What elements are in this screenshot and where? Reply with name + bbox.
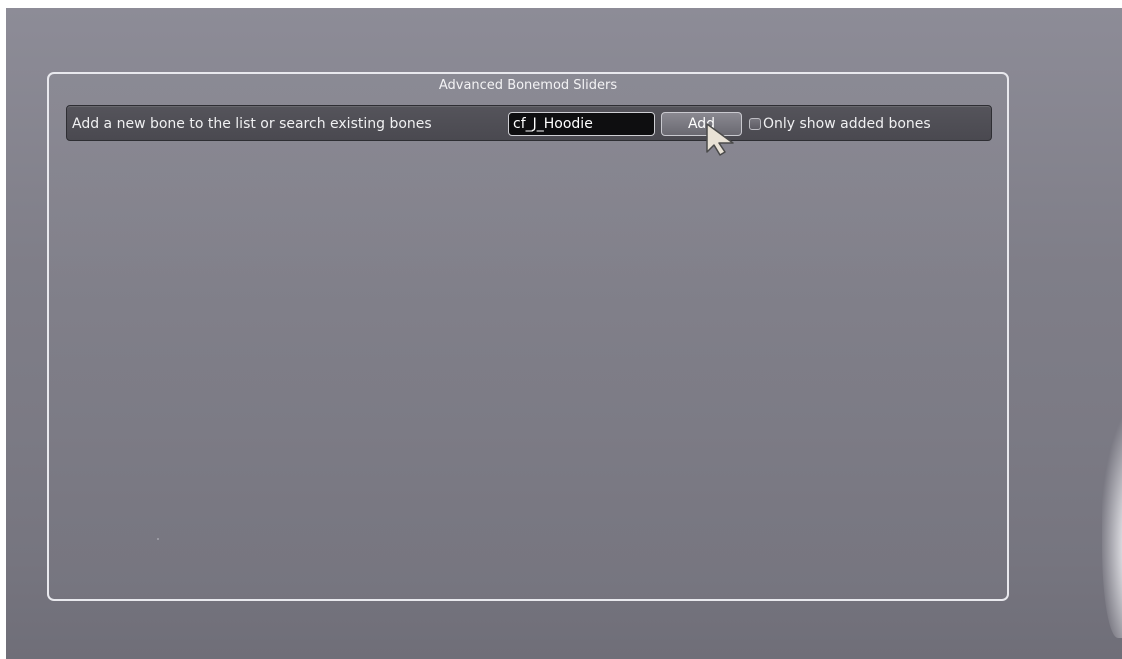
window-title: Advanced Bonemod Sliders xyxy=(438,78,618,93)
checkbox-icon[interactable] xyxy=(749,118,761,130)
bonemod-window: Advanced Bonemod Sliders Add a new bone … xyxy=(47,72,1009,601)
only-show-added-toggle[interactable]: Only show added bones xyxy=(749,115,931,133)
toolbar-label: Add a new bone to the list or search exi… xyxy=(72,116,432,132)
bone-toolbar: Add a new bone to the list or search exi… xyxy=(66,105,992,141)
background-highlight xyxy=(1102,408,1122,638)
mouse-pointer-icon xyxy=(706,123,734,156)
bone-search-input[interactable] xyxy=(508,112,655,136)
dust-speck xyxy=(157,538,159,540)
only-show-added-label: Only show added bones xyxy=(763,116,931,132)
